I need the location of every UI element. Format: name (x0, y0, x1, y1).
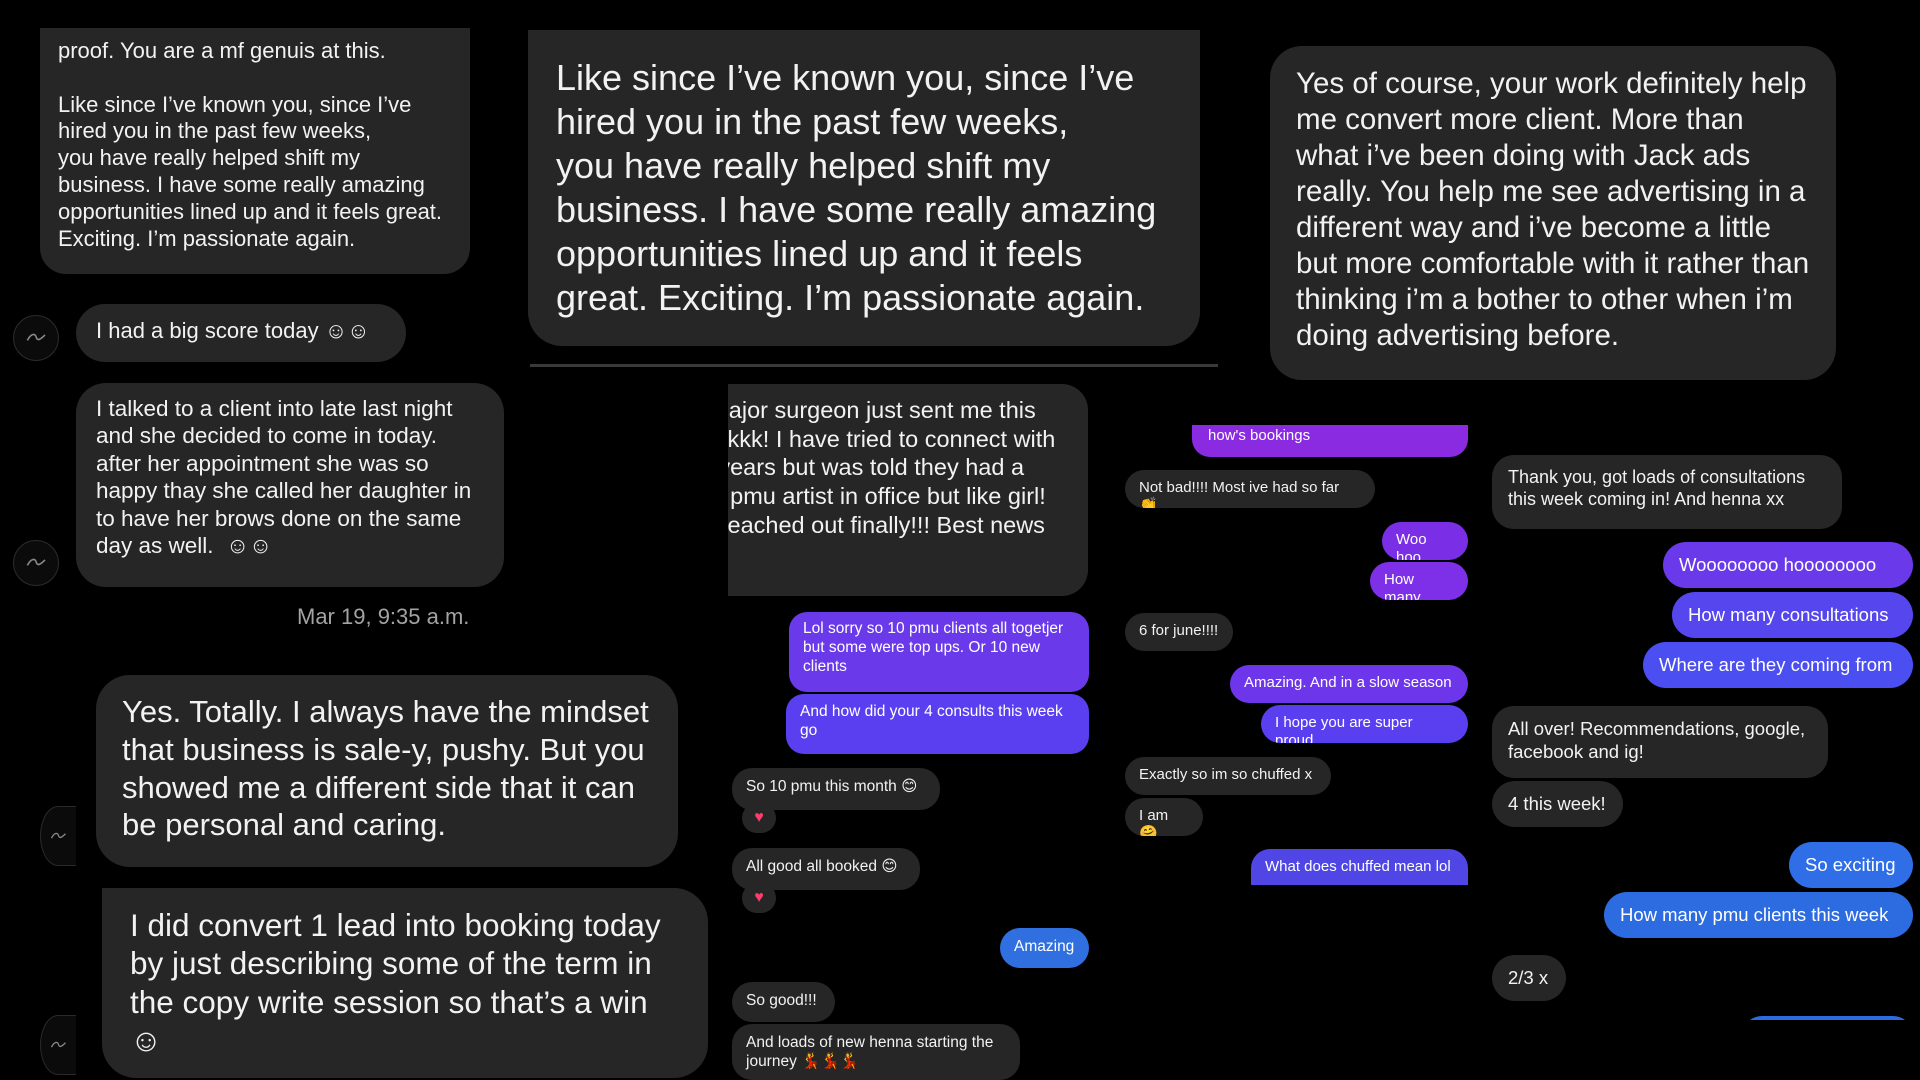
message-how-many-consultations[interactable]: How many consultations (1672, 592, 1913, 638)
message-passionate-again[interactable]: Like since I’ve known you, since I’ve hi… (528, 30, 1200, 346)
message-where-from[interactable]: Where are they coming from (1643, 642, 1913, 688)
contact-avatar[interactable] (40, 1015, 76, 1075)
contact-avatar[interactable] (40, 806, 76, 866)
message-what-chuffed[interactable]: What does chuffed mean lol (1251, 849, 1468, 885)
message-6-for-june[interactable]: 6 for june!!!! (1125, 613, 1233, 651)
message-not-bad[interactable]: Not bad!!!! Most ive had so far 👏 (1125, 470, 1375, 508)
message-amazing[interactable]: Amazing (1000, 928, 1089, 968)
message-hows-bookings[interactable]: how's bookings (1192, 425, 1468, 457)
message-2-3[interactable]: 2/3 x (1492, 955, 1566, 1001)
message-4-this-week[interactable]: 4 this week! (1492, 781, 1623, 827)
message-10-pmu-clients[interactable]: Lol sorry so 10 pmu clients all togetjer… (789, 612, 1089, 692)
chat-panel-7: Thank you, got loads of consultations th… (1480, 450, 1920, 1020)
message-major-surgeon[interactable]: Girl. A major surgeon just sent me this … (728, 384, 1088, 596)
heart-reaction-icon: ♥ (742, 803, 776, 833)
signature-icon (50, 1041, 66, 1048)
message-so-exciting[interactable]: So exciting (1789, 842, 1913, 888)
divider (530, 364, 1218, 367)
signature-icon (26, 333, 46, 341)
message-big-score[interactable]: I had a big score today ☺☺ (76, 304, 406, 362)
message-thank-you[interactable]: Thank you, got loads of consultations th… (1492, 455, 1842, 529)
signature-icon (26, 558, 46, 566)
timestamp: Mar 19, 9:35 a.m. (297, 604, 470, 629)
message-4-consults[interactable]: And how did your 4 consults this week go (786, 694, 1089, 754)
chat-panel-5: Girl. A major surgeon just sent me this … (728, 380, 1098, 1080)
message-shift-business[interactable]: proof. You are a mf genuis at this. Like… (40, 28, 470, 274)
contact-avatar[interactable] (13, 540, 59, 586)
chat-panel-3: Yes of course, your work definitely help… (1260, 30, 1920, 390)
chat-panel-1: proof. You are a mf genuis at this. Like… (0, 0, 510, 640)
message-all-over[interactable]: All over! Recommendations, google, faceb… (1492, 706, 1828, 778)
message-client-story[interactable]: I talked to a client into late last nigh… (76, 383, 504, 587)
message-woo-hoo-long[interactable]: Woooooooo hoooooooo (1663, 542, 1913, 588)
message-woo-hoo[interactable]: Woo hoo (1382, 522, 1468, 560)
message-slow-season[interactable]: Amazing. And in a slow season (1230, 665, 1468, 703)
message-henna[interactable]: And loads of new henna starting the jour… (732, 1024, 1020, 1080)
message-mindset[interactable]: Yes. Totally. I always have the mindset … (96, 675, 678, 867)
message-convert-lead[interactable]: I did convert 1 lead into booking today … (102, 888, 708, 1078)
message-super-proud[interactable]: I hope you are super proud (1261, 705, 1468, 743)
chat-panel-6: how's bookings Not bad!!!! Most ive had … (1118, 425, 1473, 885)
message-i-am[interactable]: I am 🤗 (1125, 798, 1203, 836)
message-how-many[interactable]: How many (1370, 562, 1468, 600)
signature-icon (50, 832, 66, 839)
message-chuffed[interactable]: Exactly so im so chuffed x (1125, 757, 1331, 795)
chat-panel-4: Yes. Totally. I always have the mindset … (0, 660, 720, 1080)
chat-panel-2: Like since I’ve known you, since I’ve hi… (522, 0, 1222, 372)
message-advertising[interactable]: Yes of course, your work definitely help… (1270, 46, 1836, 380)
heart-reaction-icon: ♥ (742, 883, 776, 913)
contact-avatar[interactable] (13, 315, 59, 361)
message-how-many-pmu[interactable]: How many pmu clients this week (1604, 892, 1913, 938)
message-cut-off[interactable] (1742, 1016, 1913, 1020)
message-so-good[interactable]: So good!!! (732, 982, 835, 1022)
